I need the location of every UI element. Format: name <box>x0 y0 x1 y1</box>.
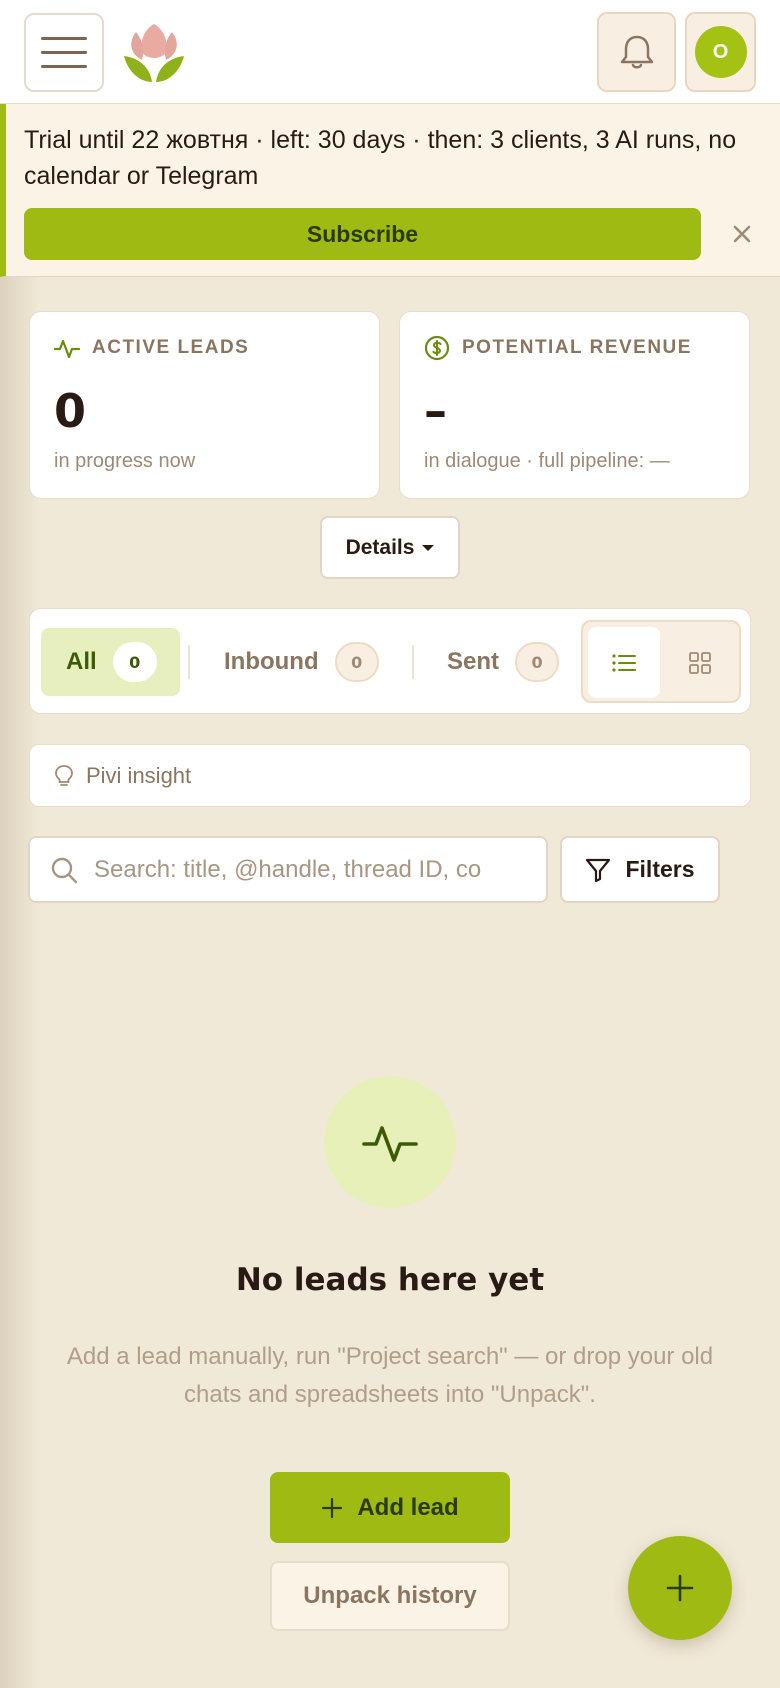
filter-icon <box>586 858 611 882</box>
profile-button[interactable]: O <box>685 12 756 92</box>
active-leads-sub: in progress now <box>54 450 196 472</box>
plus-icon <box>322 1497 343 1518</box>
active-leads-card: ACTIVE LEADS 0 in progress now <box>29 311 380 499</box>
view-mode-toggle <box>581 620 741 703</box>
list-view-button[interactable] <box>588 627 660 698</box>
empty-state-illustration <box>324 1076 456 1208</box>
details-label: Details <box>345 535 415 559</box>
hamburger-line <box>41 65 87 68</box>
lead-tabs: All 0 Inbound 0 Sent 0 <box>29 608 751 714</box>
tab-inbound-count: 0 <box>334 642 379 682</box>
bell-icon <box>620 35 653 69</box>
tab-divider <box>412 645 414 679</box>
tab-all[interactable]: All 0 <box>41 628 180 696</box>
add-lead-button[interactable]: Add lead <box>270 1472 510 1543</box>
filters-button[interactable]: Filters <box>560 836 720 903</box>
filters-label: Filters <box>625 856 695 882</box>
potential-revenue-value: – <box>424 384 447 438</box>
tab-all-label: All <box>66 648 97 675</box>
activity-icon <box>362 1126 418 1162</box>
pivi-insight[interactable]: Pivi insight <box>29 744 751 807</box>
hamburger-line <box>41 51 87 54</box>
plus-icon <box>666 1574 694 1602</box>
potential-revenue-header: POTENTIAL REVENUE <box>424 334 692 362</box>
close-icon <box>733 225 751 243</box>
unpack-history-button[interactable]: Unpack history <box>270 1561 510 1631</box>
insight-label: Pivi insight <box>86 762 192 788</box>
potential-revenue-sub: in dialogue · full pipeline: — <box>424 450 670 472</box>
tab-sent[interactable]: Sent 0 <box>447 628 560 696</box>
search-box <box>28 836 548 903</box>
trial-banner: Trial until 22 жовтня · left: 30 days · … <box>0 104 780 277</box>
banner-close-button[interactable] <box>724 216 760 252</box>
lotus-logo-icon[interactable] <box>122 20 186 84</box>
details-button[interactable]: Details <box>320 516 460 579</box>
tab-sent-label: Sent <box>447 648 500 675</box>
potential-revenue-card: POTENTIAL REVENUE – in dialogue · full p… <box>399 311 750 499</box>
subscribe-button[interactable]: Subscribe <box>24 208 701 260</box>
activity-icon <box>54 339 80 359</box>
avatar: O <box>694 26 747 78</box>
lightbulb-icon <box>55 764 73 786</box>
trial-banner-text: Trial until 22 жовтня · left: 30 days · … <box>24 126 737 190</box>
grid-view-button[interactable] <box>664 627 736 698</box>
hamburger-icon <box>41 37 87 40</box>
search-input[interactable] <box>94 838 529 901</box>
dollar-circle-icon <box>424 335 450 361</box>
add-lead-label: Add lead <box>357 1493 459 1521</box>
active-leads-header: ACTIVE LEADS <box>54 334 249 362</box>
notifications-button[interactable] <box>597 12 676 92</box>
active-leads-label: ACTIVE LEADS <box>92 337 250 358</box>
tab-all-count: 0 <box>112 642 157 682</box>
caret-down-icon <box>422 544 435 551</box>
active-leads-value: 0 <box>54 384 87 438</box>
top-bar: O <box>0 0 780 104</box>
potential-revenue-label: POTENTIAL REVENUE <box>462 337 692 358</box>
empty-state-description: Add a lead manually, run "Project search… <box>66 1343 714 1408</box>
empty-state-title: No leads here yet <box>235 1262 545 1298</box>
search-icon <box>51 857 78 884</box>
tab-inbound[interactable]: Inbound 0 <box>224 628 379 696</box>
menu-button[interactable] <box>24 13 104 92</box>
tab-inbound-label: Inbound <box>224 648 319 675</box>
grid-icon <box>689 651 711 674</box>
floating-add-button[interactable] <box>628 1536 732 1640</box>
tab-divider <box>188 645 190 679</box>
tab-sent-count: 0 <box>515 642 560 682</box>
list-icon <box>612 653 636 672</box>
